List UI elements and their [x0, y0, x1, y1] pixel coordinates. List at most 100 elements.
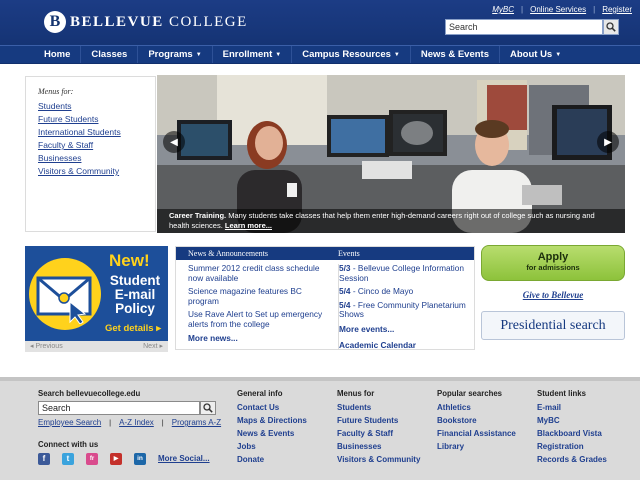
- menu-businesses[interactable]: Businesses: [38, 152, 143, 165]
- footer-column-heading: Student links: [537, 389, 586, 398]
- footer-link[interactable]: Students: [337, 401, 420, 414]
- search-button[interactable]: [603, 19, 619, 35]
- email-policy-promo[interactable]: New! Student E-mail Policy Get details ▸: [25, 246, 168, 352]
- envelope-icon: [36, 276, 92, 324]
- promo-prev-button[interactable]: ◂ Previous: [30, 341, 63, 352]
- footer-link[interactable]: Blackboard Vista: [537, 427, 607, 440]
- menu-faculty-staff[interactable]: Faculty & Staff: [38, 139, 143, 152]
- flickr-icon[interactable]: fr: [86, 452, 98, 465]
- footer-link[interactable]: Future Students: [337, 414, 420, 427]
- logo-mark: B: [44, 11, 66, 33]
- news-item[interactable]: Science magazine features BC program: [188, 286, 328, 306]
- chevron-down-icon: ▼: [275, 52, 282, 58]
- footer-link[interactable]: E-mail: [537, 401, 607, 414]
- hero-caption-title: Career Training.: [169, 211, 227, 220]
- event-item[interactable]: 5/4 - Free Community Planetarium Shows: [339, 300, 470, 320]
- promo-title: Student E-mail Policy: [109, 273, 161, 316]
- footer-link[interactable]: Jobs: [237, 440, 307, 453]
- footer-link[interactable]: Donate: [237, 453, 307, 466]
- chevron-right-icon: ▸: [156, 323, 161, 334]
- site-header: B BELLEVUE COLLEGE MyBC | Online Service…: [0, 0, 640, 64]
- chevron-down-icon: ▼: [195, 52, 202, 58]
- apply-label: Apply: [537, 251, 569, 263]
- more-events-link[interactable]: More events...: [339, 324, 470, 334]
- site-footer: Search bellevuecollege.edu Search Employ…: [0, 377, 640, 480]
- events-column: 5/3 - Bellevue College Information Sessi…: [338, 263, 470, 350]
- connect-heading: Connect with us: [38, 440, 99, 449]
- academic-calendar-link[interactable]: Academic Calendar: [339, 340, 470, 350]
- search-icon: [203, 403, 213, 413]
- site-search: Search: [445, 19, 619, 35]
- footer-general-info: General info Contact Us Maps & Direction…: [237, 389, 307, 466]
- nav-programs[interactable]: Programs ▼: [138, 46, 213, 63]
- menu-international-students[interactable]: International Students: [38, 126, 143, 139]
- nav-classes[interactable]: Classes: [81, 46, 139, 63]
- footer-column-heading: Popular searches: [437, 389, 503, 398]
- promo-get-details[interactable]: Get details ▸: [105, 323, 161, 334]
- facebook-icon[interactable]: f: [38, 452, 50, 465]
- footer-link[interactable]: Maps & Directions: [237, 414, 307, 427]
- footer-menus-for: Menus for Students Future Students Facul…: [337, 389, 420, 466]
- footer-search-button[interactable]: [200, 401, 216, 415]
- news-events-panel: News & Announcements Events Summer 2012 …: [175, 246, 475, 350]
- main-content: Menus for: Students Future Students Inte…: [0, 64, 640, 377]
- footer-link[interactable]: Records & Grades: [537, 453, 607, 466]
- footer-column-heading: Menus for: [337, 389, 375, 398]
- nav-about-us[interactable]: About Us ▼: [500, 46, 571, 63]
- footer-link[interactable]: Athletics: [437, 401, 516, 414]
- nav-enrollment[interactable]: Enrollment ▼: [213, 46, 293, 63]
- news-events-header: News & Announcements Events: [176, 247, 474, 260]
- social-links: f t fr ▶ in More Social...: [38, 452, 221, 465]
- nav-home[interactable]: Home: [34, 46, 82, 63]
- news-item[interactable]: Summer 2012 credit class schedule now av…: [188, 263, 328, 283]
- youtube-icon[interactable]: ▶: [110, 452, 122, 465]
- more-social-link[interactable]: More Social...: [158, 452, 210, 465]
- footer-link[interactable]: Contact Us: [237, 401, 307, 414]
- utility-links: MyBC | Online Services | Register: [492, 5, 632, 14]
- a-z-index-link[interactable]: A-Z Index: [119, 418, 154, 428]
- search-input[interactable]: Search: [445, 19, 603, 35]
- footer-link[interactable]: Visitors & Community: [337, 453, 420, 466]
- footer-link[interactable]: Financial Assistance: [437, 427, 516, 440]
- event-item[interactable]: 5/4 - Cinco de Mayo: [339, 286, 470, 297]
- footer-link[interactable]: MyBC: [537, 414, 607, 427]
- event-item[interactable]: 5/3 - Bellevue College Information Sessi…: [339, 263, 470, 283]
- footer-link[interactable]: Library: [437, 440, 516, 453]
- programs-a-z-link[interactable]: Programs A-Z: [172, 418, 221, 428]
- separator: |: [109, 418, 112, 427]
- mybc-link[interactable]: MyBC: [492, 5, 514, 14]
- footer-link[interactable]: Businesses: [337, 440, 420, 453]
- footer-search-links: Employee Search | A-Z Index | Programs A…: [38, 418, 221, 428]
- bellevue-college-logo[interactable]: B BELLEVUE COLLEGE: [44, 11, 248, 33]
- twitter-icon[interactable]: t: [62, 452, 74, 465]
- audience-menu: Menus for: Students Future Students Inte…: [25, 76, 156, 232]
- slideshow-prev-button[interactable]: ◀: [163, 131, 185, 153]
- menu-students[interactable]: Students: [38, 100, 143, 113]
- news-item[interactable]: Use Rave Alert to Set up emergency alert…: [188, 309, 328, 329]
- footer-link[interactable]: Registration: [537, 440, 607, 453]
- footer-search-input[interactable]: Search: [38, 401, 200, 415]
- separator: |: [161, 418, 164, 427]
- nav-campus-resources[interactable]: Campus Resources ▼: [292, 46, 411, 63]
- hero-caption: Career Training. Many students take clas…: [157, 209, 625, 233]
- footer-link[interactable]: Faculty & Staff: [337, 427, 420, 440]
- hero-learn-more-link[interactable]: Learn more...: [225, 221, 272, 230]
- give-to-bellevue-link[interactable]: Give to Bellevue: [481, 290, 625, 300]
- nav-news-events[interactable]: News & Events: [411, 46, 500, 63]
- promo-next-button[interactable]: Next ▸: [143, 341, 163, 352]
- search-icon: [606, 22, 616, 32]
- menu-visitors-community[interactable]: Visitors & Community: [38, 165, 143, 178]
- news-heading: News & Announcements: [188, 249, 268, 258]
- slideshow-next-button[interactable]: ▶: [597, 131, 619, 153]
- employee-search-link[interactable]: Employee Search: [38, 418, 101, 428]
- online-services-link[interactable]: Online Services: [530, 5, 586, 14]
- menu-future-students[interactable]: Future Students: [38, 113, 143, 126]
- linkedin-icon[interactable]: in: [134, 452, 146, 465]
- apply-button[interactable]: Apply for admissions: [481, 245, 625, 281]
- apply-sublabel: for admissions: [526, 263, 580, 272]
- footer-link[interactable]: News & Events: [237, 427, 307, 440]
- more-news-link[interactable]: More news...: [188, 333, 328, 343]
- register-link[interactable]: Register: [602, 5, 632, 14]
- presidential-search-button[interactable]: Presidential search: [481, 311, 625, 340]
- footer-link[interactable]: Bookstore: [437, 414, 516, 427]
